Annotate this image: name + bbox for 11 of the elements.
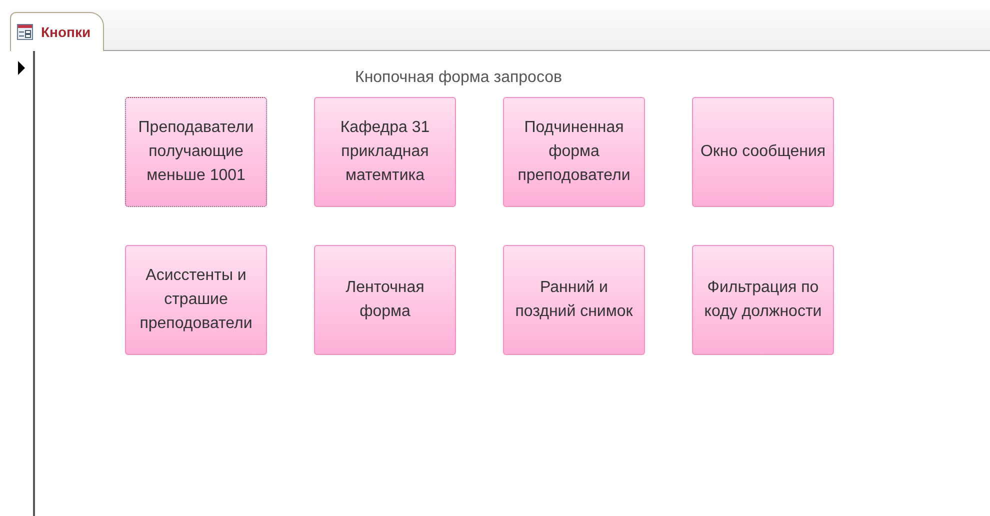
- command-button[interactable]: Подчиненная форма преподователи: [503, 97, 645, 207]
- command-button[interactable]: Ленточная форма: [314, 245, 456, 355]
- command-button[interactable]: Окно сообщения: [692, 97, 834, 207]
- command-button[interactable]: Преподаватели получающие меньше 1001: [125, 97, 267, 207]
- command-button[interactable]: Фильтрация по коду должности: [692, 245, 834, 355]
- form-tab[interactable]: Кнопки: [10, 12, 104, 51]
- command-button[interactable]: Кафедра 31 прикладная матемтика: [314, 97, 456, 207]
- form-title: Кнопочная форма запросов: [355, 69, 562, 87]
- command-button[interactable]: Асисстенты и страшие преподователи: [125, 245, 267, 355]
- form-icon: [17, 24, 33, 40]
- command-button[interactable]: Ранний и поздний снимок: [503, 245, 645, 355]
